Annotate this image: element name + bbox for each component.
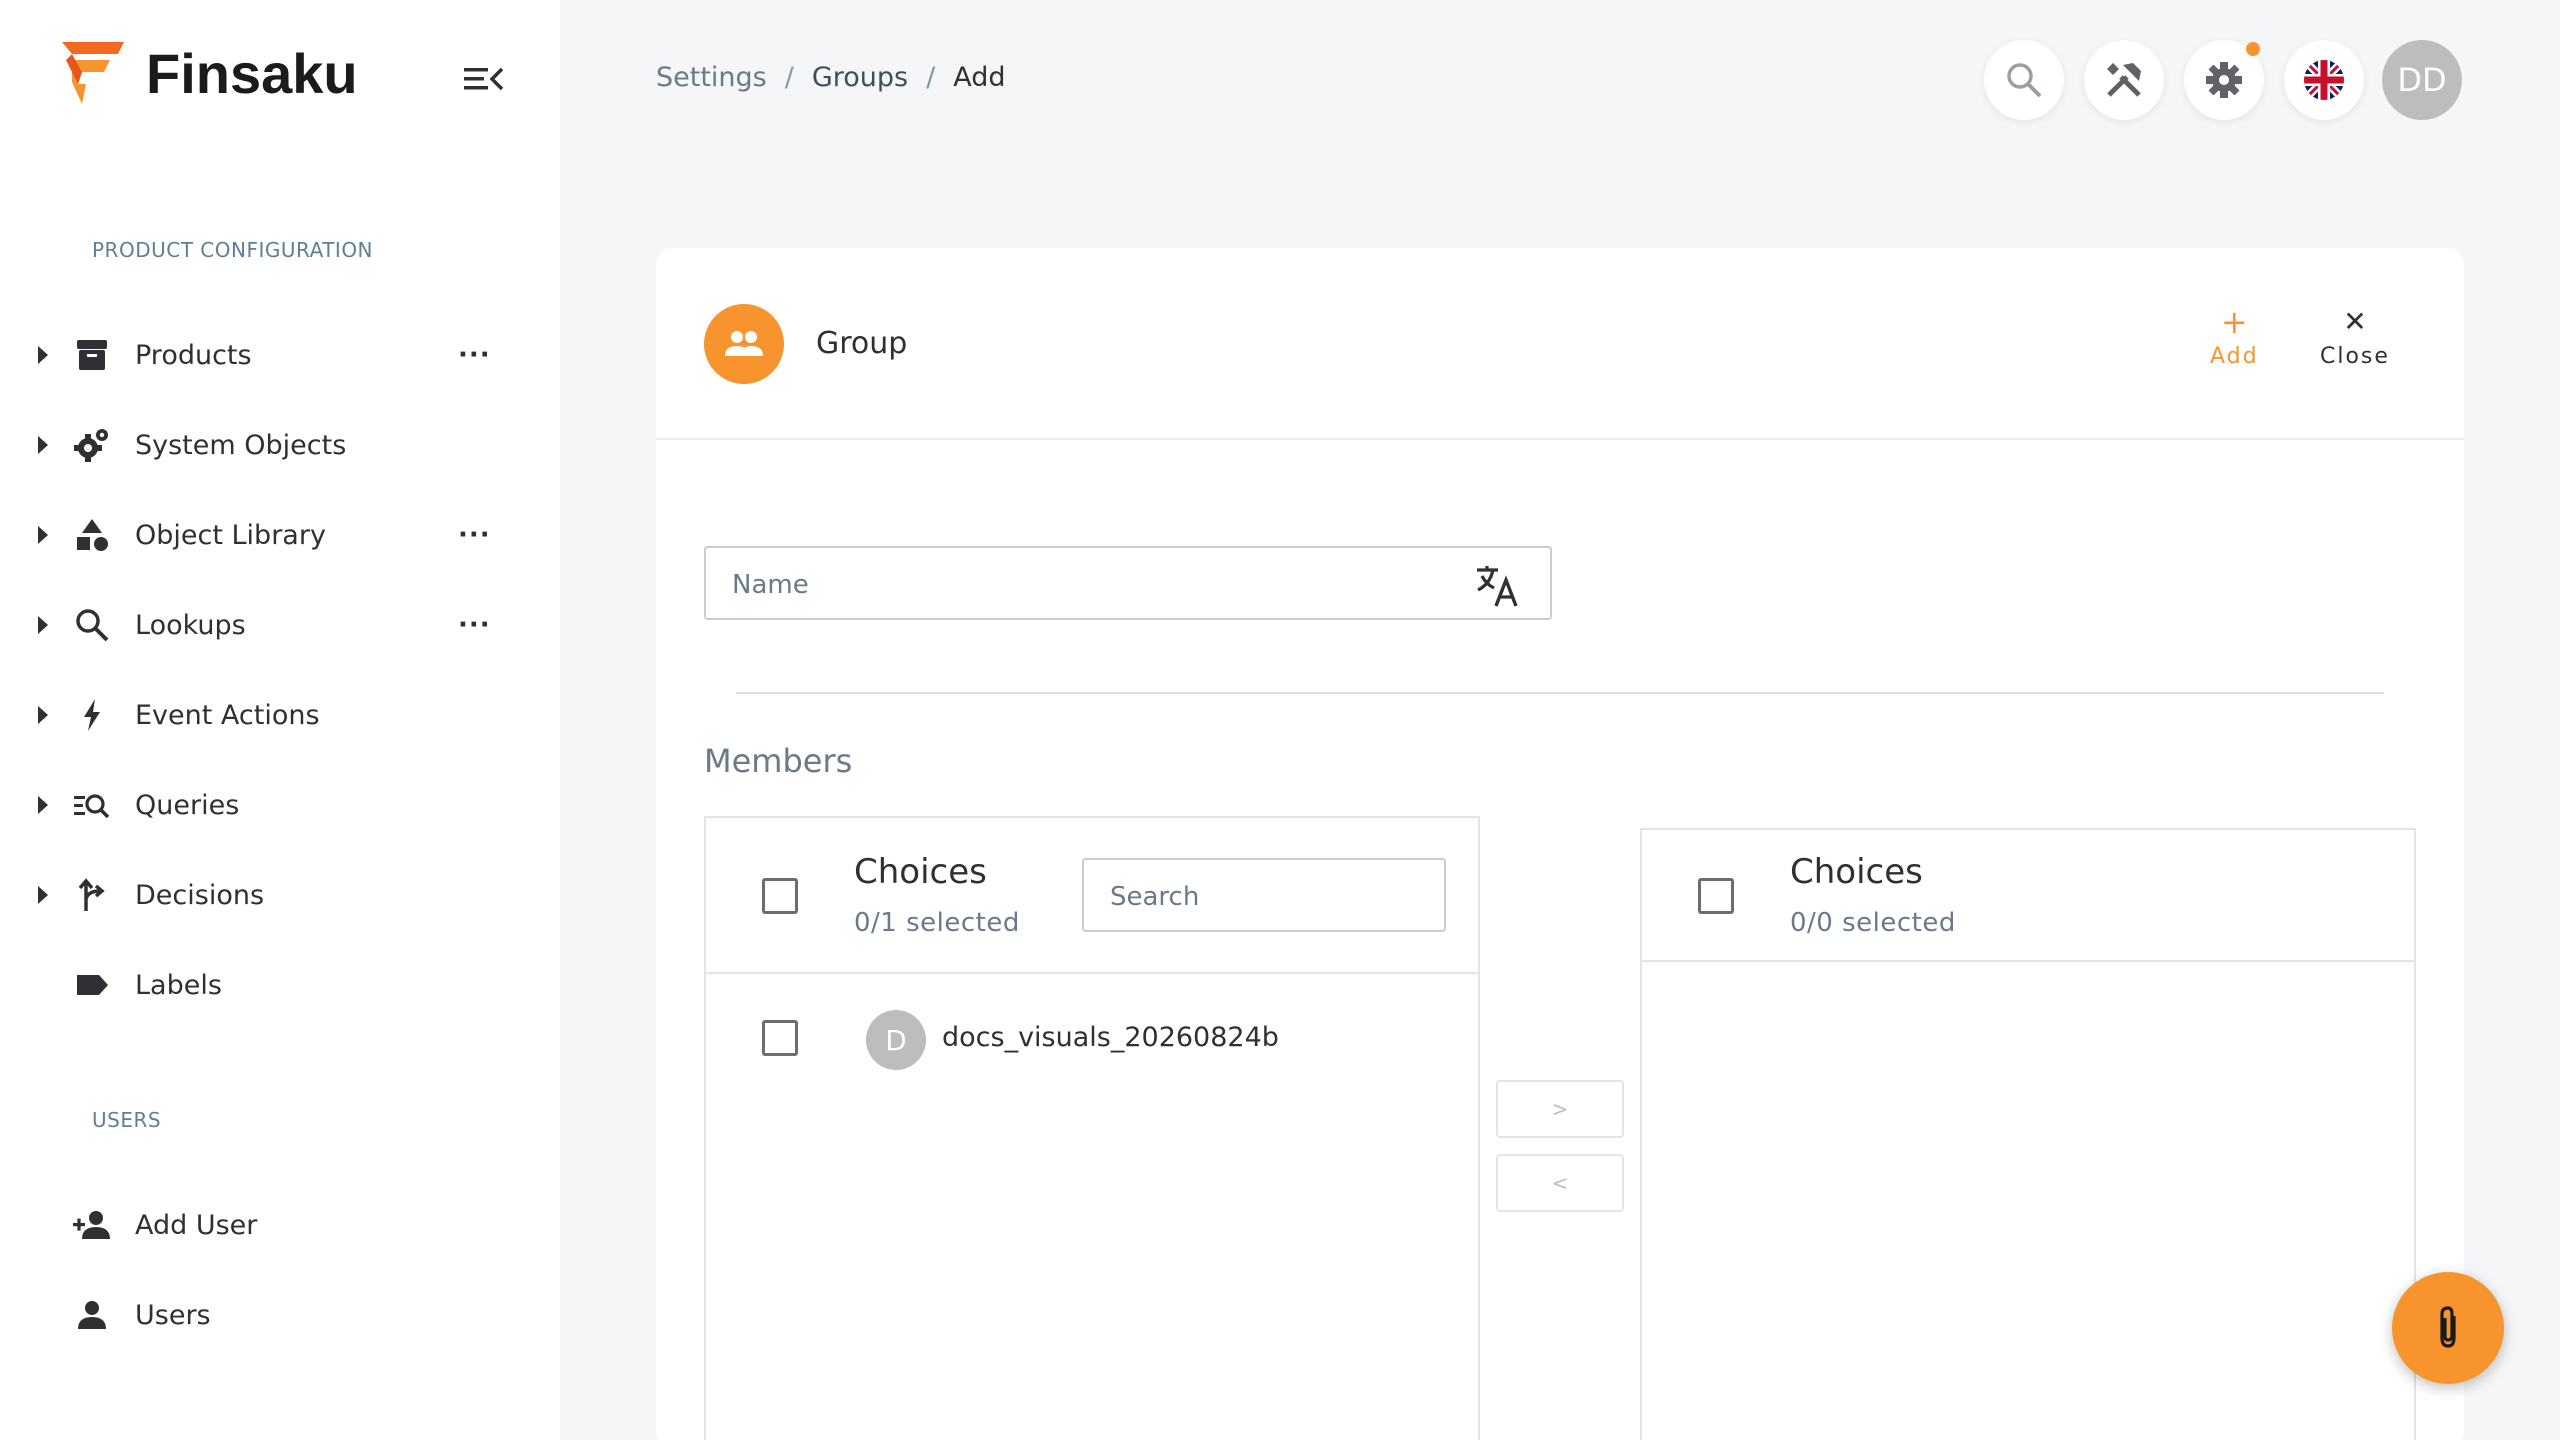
close-icon: ✕ [2343,305,2367,338]
sidebar-item-queries[interactable]: Queries [0,770,560,840]
menu-collapse-icon [464,67,504,91]
attachment-fab-button[interactable] [2392,1272,2504,1384]
expand-caret-icon[interactable] [38,436,48,454]
select-all-checkbox[interactable] [1698,878,1734,914]
name-input[interactable]: Name [704,546,1552,620]
group-form-card: Group + Add ✕ Close Name Members Choices… [656,248,2464,1440]
expand-caret-icon[interactable] [38,706,48,724]
selected-members-list: Choices 0/0 selected [1640,828,2416,1440]
shapes-icon [72,515,112,555]
card-title: Group [816,326,908,361]
more-options-icon[interactable]: ··· [458,340,491,370]
expand-caret-icon[interactable] [38,526,48,544]
sidebar-item-label: Queries [135,789,240,821]
sidebar-item-labels[interactable]: Labels [0,950,560,1020]
list-search-input[interactable]: Search [1082,858,1446,932]
expand-caret-icon[interactable] [38,616,48,634]
add-button[interactable]: + Add [2210,306,2259,369]
app-name: Finsaku [146,41,358,105]
user-icon [72,1295,112,1335]
expand-caret-icon[interactable] [38,346,48,364]
finsaku-logo-icon [62,42,124,104]
expand-caret-icon[interactable] [38,886,48,904]
sidebar-item-label: Event Actions [135,699,320,731]
sidebar-item-label: Decisions [135,879,265,911]
list-item[interactable]: D docs_visuals_20260824b [706,974,1478,1104]
sidebar-item-lookups[interactable]: Lookups ··· [0,590,560,660]
group-icon [704,304,784,384]
breadcrumb-separator: / [784,62,794,93]
gears-icon [72,425,112,465]
archive-icon [72,335,112,375]
sidebar-item-object-library[interactable]: Object Library ··· [0,500,560,570]
sidebar-item-label: Lookups [135,609,246,641]
sidebar-item-event-actions[interactable]: Event Actions [0,680,560,750]
sidebar-item-label: Labels [135,969,222,1001]
language-button[interactable] [2284,40,2364,120]
settings-button[interactable] [2184,40,2264,120]
section-label-users: USERS [92,1108,162,1132]
move-right-button[interactable]: > [1496,1080,1624,1138]
sidebar-item-products[interactable]: Products ··· [0,320,560,390]
breadcrumb-groups[interactable]: Groups [812,62,908,93]
sidebar-item-users[interactable]: Users [0,1280,560,1350]
list-title: Choices [854,852,987,892]
sidebar-item-label: System Objects [135,429,347,461]
breadcrumb-add: Add [953,62,1006,93]
divider [736,692,2384,694]
more-options-icon[interactable]: ··· [458,610,491,640]
close-button-label: Close [2320,344,2390,369]
sidebar-item-decisions[interactable]: Decisions [0,860,560,930]
sidebar-item-label: Users [135,1299,211,1331]
lightning-icon [72,695,112,735]
search-icon [72,605,112,645]
close-button[interactable]: ✕ Close [2320,305,2390,370]
selection-count: 0/0 selected [1790,908,1956,938]
selection-count: 0/1 selected [854,908,1020,938]
breadcrumb: Settings / Groups / Add [656,62,1006,93]
select-all-checkbox[interactable] [762,878,798,914]
list-header: Choices 0/0 selected [1642,830,2414,962]
global-search-button[interactable] [1984,40,2064,120]
member-name: docs_visuals_20260824b [942,1022,1279,1053]
paperclip-icon [2440,1306,2456,1348]
card-header: Group + Add ✕ Close [656,248,2464,440]
label-icon [72,965,112,1005]
list-title: Choices [1790,852,1923,892]
tools-button[interactable] [2084,40,2164,120]
sidebar-item-label: Products [135,339,252,371]
sidebar-item-label: Add User [135,1209,258,1241]
expand-caret-icon[interactable] [38,796,48,814]
sidebar: Finsaku PRODUCT CONFIGURATION Products ·… [0,0,560,1440]
move-left-button[interactable]: < [1496,1154,1624,1212]
app-logo[interactable]: Finsaku [58,38,358,108]
search-placeholder: Search [1110,882,1200,912]
item-checkbox[interactable] [762,1020,798,1056]
sidebar-item-system-objects[interactable]: System Objects [0,410,560,480]
more-options-icon[interactable]: ··· [458,520,491,550]
sidebar-item-add-user[interactable]: Add User [0,1190,560,1260]
list-header: Choices 0/1 selected Search [706,818,1478,974]
member-avatar: D [866,1010,926,1070]
notification-dot [2246,42,2260,56]
uk-flag-icon [2304,60,2344,100]
plus-icon: + [2220,303,2248,341]
available-members-list: Choices 0/1 selected Search D docs_visua… [704,816,1480,1440]
collapse-sidebar-button[interactable] [462,62,504,96]
breadcrumb-settings[interactable]: Settings [656,62,767,93]
members-label: Members [704,742,853,780]
user-avatar[interactable]: DD [2382,40,2462,120]
search-icon [2007,63,2042,98]
add-user-icon [72,1205,112,1245]
decision-icon [72,875,112,915]
tools-icon [2107,63,2141,97]
query-icon [72,785,112,825]
breadcrumb-separator: / [926,62,936,93]
sidebar-item-label: Object Library [135,519,326,551]
settings-icon [2206,62,2242,98]
translate-icon[interactable] [1474,562,1520,608]
section-label-product-configuration: PRODUCT CONFIGURATION [92,238,374,262]
name-placeholder: Name [732,570,809,600]
add-button-label: Add [2210,344,2259,369]
